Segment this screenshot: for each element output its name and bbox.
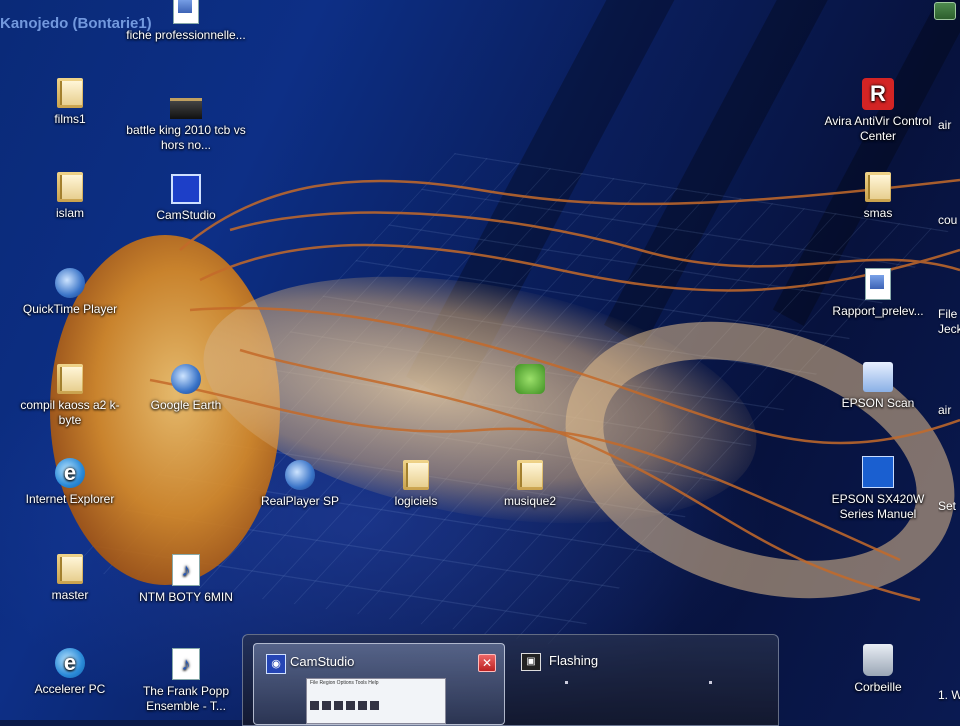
icon-label: EPSON SX420W Series Manuel: [831, 492, 925, 521]
preview-dot: [565, 681, 568, 684]
desktop-icon-islam[interactable]: islam: [10, 172, 130, 221]
icon-label: NTM BOTY 6MIN: [139, 590, 233, 604]
camstudio-icon: ◉: [266, 654, 286, 674]
icon-label: Avira AntiVir Control Center: [824, 114, 932, 143]
application-icon: [515, 364, 545, 394]
folder-icon: [57, 172, 83, 202]
folder-icon: [517, 460, 543, 490]
edge-label[interactable]: Jeck: [938, 322, 960, 336]
preview-toolbar: [310, 701, 379, 710]
desktop-icon-logiciels[interactable]: logiciels: [356, 460, 476, 509]
desktop-icon-master[interactable]: master: [10, 554, 130, 603]
video-file-icon: [170, 98, 202, 119]
desktop-icon-app-green[interactable]: [470, 364, 590, 398]
edge-label[interactable]: Set: [938, 499, 960, 513]
desktop-icon-camstudio[interactable]: CamStudio: [126, 174, 246, 223]
thumbnail-camstudio[interactable]: ◉ CamStudio ✕ File Region Options Tools …: [253, 643, 505, 725]
icon-label: smas: [863, 206, 893, 220]
icon-label: fiche professionnelle...: [126, 28, 246, 42]
icon-label: compil kaoss a2 k-byte: [20, 398, 120, 427]
icon-label: master: [51, 588, 89, 602]
icon-label: Internet Explorer: [25, 492, 115, 506]
desktop-icon-corbeille[interactable]: Corbeille: [818, 644, 938, 695]
corner-indicator: [934, 2, 956, 20]
icon-label: islam: [55, 206, 84, 220]
window-preview: File Region Options Tools Help: [306, 678, 446, 724]
icon-label: Corbeille: [854, 680, 902, 694]
quicktime-icon: [55, 268, 85, 298]
music-file-icon: ♪: [172, 554, 200, 586]
recycle-bin-icon: [863, 644, 893, 676]
application-icon: ▣: [521, 653, 541, 671]
desktop-icon-epson-manual[interactable]: EPSON SX420W Series Manuel: [818, 456, 938, 522]
realplayer-icon: [285, 460, 315, 490]
music-file-icon: ♪: [172, 648, 200, 680]
edge-label[interactable]: cou: [938, 213, 960, 227]
google-earth-icon: [171, 364, 201, 394]
thumbnail-title: CamStudio: [290, 654, 355, 669]
folder-icon: [403, 460, 429, 490]
scanner-icon: [863, 362, 893, 392]
desktop-icon-rapport[interactable]: Rapport_prelev...: [818, 268, 938, 319]
icon-label: EPSON Scan: [841, 396, 915, 410]
desktop-icon-battle-king[interactable]: battle king 2010 tcb vs hors no...: [126, 84, 246, 153]
word-document-icon: [865, 268, 891, 300]
icon-label: Google Earth: [150, 398, 222, 412]
desktop-icon-quicktime[interactable]: QuickTime Player: [10, 268, 130, 317]
edge-label[interactable]: File: [938, 307, 960, 321]
avira-icon: R: [862, 78, 894, 110]
internet-explorer-icon: e: [55, 458, 85, 488]
desktop-icon-frank-popp[interactable]: ♪ The Frank Popp Ensemble - T...: [126, 648, 246, 714]
icon-label: Accelerer PC: [34, 682, 106, 696]
folder-icon: [57, 364, 83, 394]
icon-label: films1: [54, 112, 86, 126]
icon-label: battle king 2010 tcb vs hors no...: [126, 123, 246, 152]
taskbar-thumbnail-preview: ◉ CamStudio ✕ File Region Options Tools …: [242, 634, 779, 726]
desktop-icon-avira[interactable]: R Avira AntiVir Control Center: [818, 78, 938, 144]
icon-label: musique2: [503, 494, 557, 508]
icon-label: logiciels: [394, 494, 438, 508]
document-icon: [173, 0, 199, 24]
desktop-icon-accelerer-pc[interactable]: e Accelerer PC: [10, 648, 130, 697]
edge-label[interactable]: air: [938, 403, 960, 417]
icon-label: RealPlayer SP: [260, 494, 340, 508]
desktop-icon-realplayer[interactable]: RealPlayer SP: [240, 460, 360, 509]
folder-icon: [865, 172, 891, 202]
desktop-icon-compil-kaoss[interactable]: compil kaoss a2 k-byte: [10, 364, 130, 428]
icon-label: QuickTime Player: [22, 302, 118, 316]
icon-label: Rapport_prelev...: [832, 304, 924, 318]
desktop-icon-musique2[interactable]: musique2: [470, 460, 590, 509]
epson-manual-icon: [862, 456, 894, 488]
camstudio-icon: [171, 174, 201, 204]
desktop-icon-google-earth[interactable]: Google Earth: [126, 364, 246, 413]
desktop-icon-smas[interactable]: smas: [818, 172, 938, 221]
preview-dot: [709, 681, 712, 684]
edge-label[interactable]: 1. W: [938, 688, 960, 702]
thumbnail-flashing[interactable]: ▣ Flashing: [513, 643, 771, 723]
folder-icon: [57, 554, 83, 584]
preview-menu: File Region Options Tools Help: [310, 680, 379, 686]
edge-label[interactable]: air: [938, 118, 960, 132]
desktop-icon-ntm-boty[interactable]: ♪ NTM BOTY 6MIN: [126, 554, 246, 605]
close-icon[interactable]: ✕: [478, 654, 496, 672]
icon-label: The Frank Popp Ensemble - T...: [142, 684, 230, 713]
desktop-icon-epson-scan[interactable]: EPSON Scan: [818, 362, 938, 411]
icon-label: CamStudio: [156, 208, 216, 222]
folder-icon: [57, 78, 83, 108]
desktop-icon-films1[interactable]: films1: [10, 78, 130, 127]
internet-explorer-icon: e: [55, 648, 85, 678]
desktop-icon-internet-explorer[interactable]: e Internet Explorer: [10, 458, 130, 507]
desktop-icon-fiche-professionnelle[interactable]: fiche professionnelle...: [126, 0, 246, 43]
thumbnail-title: Flashing: [549, 653, 599, 668]
